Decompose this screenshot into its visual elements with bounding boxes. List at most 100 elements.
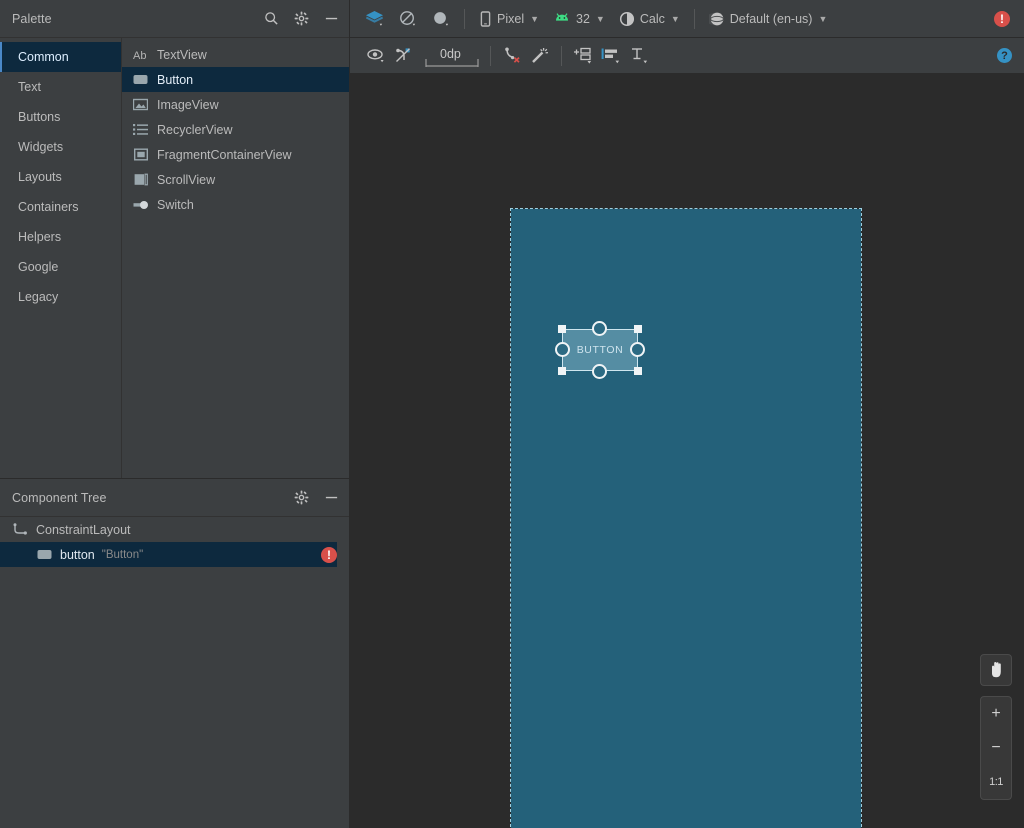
minimize-icon[interactable]	[323, 490, 339, 506]
infer-constraints-icon[interactable]	[526, 43, 554, 69]
category-label: Layouts	[18, 170, 62, 184]
component-tree-panel: Component Tree ConstraintLayout button "…	[0, 478, 349, 828]
palette-category-buttons[interactable]: Buttons	[0, 102, 121, 132]
constraint-anchor-right[interactable]	[630, 342, 645, 357]
palette-item-button[interactable]: Button	[122, 67, 349, 92]
palette-category-legacy[interactable]: Legacy	[0, 282, 121, 312]
palette-item-imageview[interactable]: ImageView	[122, 92, 349, 117]
textview-icon: Ab	[132, 46, 149, 63]
minimize-icon[interactable]	[323, 11, 339, 27]
tree-node-name: button	[60, 547, 95, 562]
zoom-fit-button[interactable]: 1:1	[981, 765, 1011, 799]
palette-item-label: ScrollView	[157, 172, 216, 187]
left-tool-column: Palette Common Text Buttons Widgets Layo…	[0, 0, 350, 828]
palette-title: Palette	[12, 11, 52, 26]
gear-icon[interactable]	[293, 11, 309, 27]
palette-category-list: Common Text Buttons Widgets Layouts Cont…	[0, 38, 121, 478]
palette-item-scrollview[interactable]: ScrollView	[122, 167, 349, 192]
tree-node-name: ConstraintLayout	[36, 522, 131, 537]
theme-icon[interactable]	[424, 4, 457, 34]
default-margin-control[interactable]: 0dp	[424, 46, 479, 67]
palette-item-recyclerview[interactable]: RecyclerView	[122, 117, 349, 142]
component-tree-header: Component Tree	[0, 479, 349, 517]
constraint-anchor-bottom[interactable]	[592, 364, 607, 379]
imageview-icon	[132, 96, 149, 113]
palette-item-switch[interactable]: Switch	[122, 192, 349, 217]
palette-category-common[interactable]: Common	[0, 42, 121, 72]
palette-component-list: Ab TextView Button ImageView RecyclerVie…	[121, 38, 349, 478]
baseline-margin-icon[interactable]	[625, 43, 653, 69]
api-level-selector[interactable]: 32 ▼	[546, 4, 612, 34]
orientation-icon[interactable]	[391, 4, 424, 34]
zoom-out-button[interactable]: −	[981, 731, 1011, 765]
component-tree-scrollbar[interactable]	[337, 517, 349, 828]
constraint-anchor-top[interactable]	[592, 321, 607, 336]
palette-item-label: FragmentContainerView	[157, 147, 292, 162]
palette-header: Palette	[0, 0, 349, 38]
autoconnect-off-icon[interactable]	[390, 43, 418, 69]
help-icon[interactable]: ?	[997, 48, 1012, 63]
palette-category-google[interactable]: Google	[0, 252, 121, 282]
constraint-anchor-left[interactable]	[555, 342, 570, 357]
gear-icon[interactable]	[293, 490, 309, 506]
category-label: Common	[18, 50, 69, 64]
tree-row-constraintlayout[interactable]: ConstraintLayout	[0, 517, 349, 542]
resize-handle-top-right[interactable]	[634, 325, 642, 333]
chevron-down-icon: ▼	[530, 13, 540, 24]
error-badge[interactable]: !	[994, 10, 1010, 27]
design-surface-icon[interactable]	[358, 4, 391, 34]
palette-item-label: TextView	[157, 47, 207, 62]
palette-item-fragmentcontainerview[interactable]: FragmentContainerView	[122, 142, 349, 167]
palette-category-containers[interactable]: Containers	[0, 192, 121, 222]
chevron-down-icon: ▼	[818, 13, 828, 24]
category-label: Helpers	[18, 230, 62, 244]
android-studio-layout-editor: Palette Common Text Buttons Widgets Layo…	[0, 0, 1024, 828]
palette-category-widgets[interactable]: Widgets	[0, 132, 121, 162]
constraintlayout-icon	[12, 521, 29, 538]
chevron-down-icon: ▼	[670, 13, 680, 24]
palette-category-helpers[interactable]: Helpers	[0, 222, 121, 252]
category-label: Widgets	[18, 140, 64, 154]
zoom-controls: + − 1:1	[980, 696, 1012, 800]
resize-handle-bottom-left[interactable]	[558, 367, 566, 375]
palette-category-text[interactable]: Text	[0, 72, 121, 102]
button-icon	[132, 71, 149, 88]
theme-selector[interactable]: Calc ▼	[612, 4, 687, 34]
tree-row-button[interactable]: button "Button" !	[0, 542, 349, 567]
device-selector[interactable]: Pixel ▼	[472, 4, 546, 34]
design-toolbar: Pixel ▼ 32 ▼ Calc ▼ Default (en-us) ▼ !	[350, 0, 1024, 38]
locale-selector[interactable]: Default (en-us) ▼	[702, 4, 835, 34]
recyclerview-icon	[132, 121, 149, 138]
device-preview-frame[interactable]: BUTTON	[510, 208, 862, 828]
clear-constraints-icon[interactable]	[498, 43, 526, 69]
constraint-toolbar: 0dp ?	[350, 38, 1024, 74]
margin-value: 0dp	[440, 46, 461, 61]
switch-icon	[132, 196, 149, 213]
component-tree-body: ConstraintLayout button "Button" !	[0, 517, 349, 828]
resize-handle-top-left[interactable]	[558, 325, 566, 333]
palette-item-label: Switch	[157, 197, 194, 212]
status-badge[interactable]: !	[321, 546, 337, 563]
resize-handle-bottom-right[interactable]	[634, 367, 642, 375]
device-label: Pixel	[497, 11, 525, 26]
view-options-icon[interactable]	[362, 43, 390, 69]
align-icon[interactable]	[597, 43, 625, 69]
design-canvas[interactable]: BUTTON + − 1:1	[350, 74, 1024, 828]
palette-body: Common Text Buttons Widgets Layouts Cont…	[0, 38, 349, 478]
button-widget-label: BUTTON	[576, 344, 624, 356]
palette-item-label: ImageView	[157, 97, 219, 112]
svg-text:Ab: Ab	[133, 50, 146, 62]
category-label: Text	[18, 80, 41, 94]
category-label: Buttons	[18, 110, 61, 124]
palette-category-layouts[interactable]: Layouts	[0, 162, 121, 192]
guidelines-icon[interactable]	[569, 43, 597, 69]
zoom-in-button[interactable]: +	[981, 697, 1011, 731]
pan-hand-icon[interactable]	[980, 654, 1012, 686]
palette-item-label: Button	[157, 72, 194, 87]
theme-label: Calc	[639, 11, 665, 26]
search-icon[interactable]	[263, 11, 279, 27]
category-label: Legacy	[18, 290, 59, 304]
fragmentcontainerview-icon	[132, 146, 149, 163]
palette-item-textview[interactable]: Ab TextView	[122, 42, 349, 67]
button-icon	[36, 546, 53, 563]
